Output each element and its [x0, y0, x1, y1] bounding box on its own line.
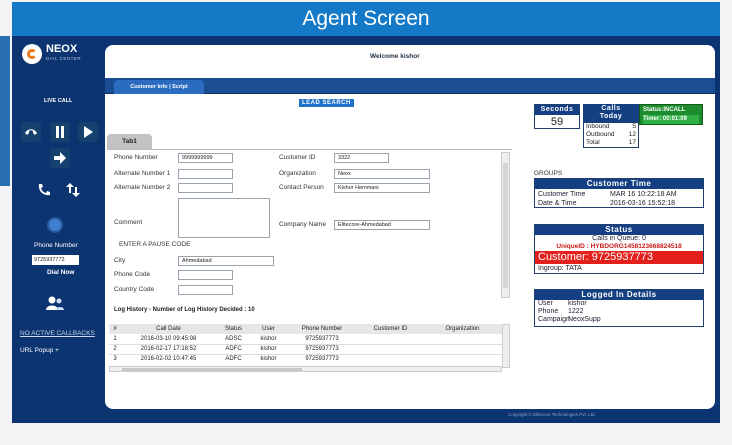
- arrow-right-icon: [54, 152, 66, 164]
- comment-field[interactable]: [178, 198, 270, 238]
- tab-customer-info-label: Customer Info | Script: [130, 84, 188, 90]
- logo-subtext: DIAL CENTER: [46, 56, 82, 61]
- log-horizontal-scrollbar[interactable]: [109, 366, 502, 372]
- pause-code-label: ENTER A PAUSE CODE: [119, 241, 191, 248]
- phone-icon: [38, 184, 50, 196]
- agents-icon[interactable]: [46, 296, 64, 317]
- pause-button[interactable]: [50, 122, 70, 142]
- banner-edge: [0, 36, 10, 186]
- welcome-text: Welcome kishor: [370, 53, 420, 60]
- col-phone-number: Phone Number: [301, 326, 343, 332]
- banner-title: Agent Screen: [302, 7, 430, 30]
- call-log-button[interactable]: [34, 180, 54, 200]
- customer-time-title: Customer Time: [535, 179, 703, 189]
- lead-search-button[interactable]: LEAD SEARCH: [299, 99, 354, 107]
- dial-now-button[interactable]: Dial Now: [47, 269, 74, 276]
- phone-code-label: Phone Code: [114, 271, 151, 278]
- calls-in-queue: Calls in Queue: 0: [592, 235, 646, 242]
- phone-number-field[interactable]: 9999999999: [178, 153, 233, 163]
- app-banner: Agent Screen: [12, 2, 720, 36]
- neox-logo: NEOX DIAL CENTER: [22, 41, 102, 67]
- calls-today-table: Inbound 5 Outbound 12 Total 17: [583, 122, 639, 148]
- col-index: #: [113, 326, 117, 332]
- col-call-date: Call Date: [156, 326, 181, 332]
- city-field[interactable]: Ahmedabad: [178, 256, 274, 266]
- company-name-label: Company Name: [279, 221, 326, 228]
- ingroup-label: Ingroup: TATA: [538, 265, 582, 272]
- table-row[interactable]: 3 2016-02-02 10:47:45 ADFC kishor 972593…: [109, 354, 502, 364]
- phone-hangup-icon: [25, 129, 37, 135]
- table-row[interactable]: 2 2016-02-17 17:18:52 ADFC kishor 972593…: [109, 344, 502, 354]
- customer-id-field[interactable]: 3322: [334, 153, 389, 163]
- log-history-table: # Call Date Status User Phone Number Cus…: [109, 324, 502, 364]
- form-tab1[interactable]: Tab1: [107, 134, 152, 149]
- pause-icon: [56, 126, 64, 138]
- logo-text: NEOX: [46, 43, 78, 55]
- phone-code-field[interactable]: [178, 270, 233, 280]
- alt-number-1-field[interactable]: [178, 169, 233, 179]
- hangup-button[interactable]: [21, 122, 41, 142]
- col-status: Status: [224, 326, 242, 332]
- transfer-button[interactable]: [50, 148, 70, 168]
- agent-status-box: Status:INCALL Timer: 00:01:09: [639, 104, 703, 125]
- live-call-label: LIVE CALL: [44, 98, 73, 104]
- header-icon-1[interactable]: [690, 46, 697, 53]
- status-box: Status Calls in Queue: 0 UniqueID : HYBD…: [534, 224, 704, 274]
- logged-in-title: Logged In Details: [535, 290, 703, 300]
- col-organization: Organization: [445, 326, 480, 332]
- organization-label: Organization: [279, 170, 316, 177]
- log-vertical-scrollbar[interactable]: [502, 324, 510, 368]
- log-history-title: Log History - Number of Log History Deci…: [114, 307, 255, 313]
- no-active-callbacks-link[interactable]: NO ACTIVE CALLBACKS: [20, 330, 95, 337]
- resume-button[interactable]: [78, 122, 98, 142]
- url-popup-link[interactable]: URL Popup +: [20, 347, 59, 354]
- seconds-box: Seconds 59: [534, 104, 580, 129]
- contact-person-field[interactable]: Kishor Hemmani: [334, 183, 430, 193]
- company-name-field[interactable]: Elitecore-Ahmedabad: [334, 220, 430, 230]
- city-label: City: [114, 257, 126, 264]
- phone-number-label: Phone Number: [34, 242, 78, 249]
- contact-person-label: Contact Person: [279, 184, 324, 191]
- alt-number-1-label: Alternate Number 1: [114, 170, 171, 177]
- tab-customer-info[interactable]: Customer Info | Script: [114, 80, 204, 94]
- customer-id-label: Customer ID: [279, 154, 316, 161]
- unique-id: UniqueID : HYBDORG1458123668824518: [556, 243, 682, 250]
- agent-status-label: Status:INCALL: [643, 107, 686, 113]
- record-icon[interactable]: [49, 219, 61, 231]
- footer-copyright: Copyright © Elitecore Technologies Pvt. …: [508, 412, 596, 417]
- phone-number-field-label: Phone Number: [114, 154, 158, 161]
- timer-label: Timer: 00:01:09: [643, 115, 699, 124]
- logo-circle-icon: [22, 44, 42, 64]
- swap-arrows-icon: [66, 183, 80, 197]
- conference-button[interactable]: [63, 180, 83, 200]
- seconds-label: Seconds: [535, 105, 579, 115]
- log-history-table-wrap: # Call Date Status User Phone Number Cus…: [109, 324, 502, 370]
- calls-today-box: Calls Today Inbound 5 Outbound 12 Total 17: [583, 104, 639, 152]
- play-icon: [84, 126, 93, 138]
- organization-field[interactable]: Neox: [334, 169, 430, 179]
- status-title: Status: [535, 225, 703, 235]
- calls-today-label: Calls Today: [583, 104, 639, 122]
- customer-number-banner: Customer: 9725937773: [535, 251, 703, 264]
- customer-time-box: Customer Time Customer Time MAR 16 10:22:…: [534, 178, 704, 208]
- logout-icon[interactable]: [704, 46, 712, 54]
- alt-number-2-label: Alternate Number 2: [114, 184, 171, 191]
- country-code-field[interactable]: [178, 285, 233, 295]
- groups-label: GROUPS: [534, 170, 563, 177]
- alt-number-2-field[interactable]: [178, 183, 233, 193]
- table-row[interactable]: 1 2016-03-10 09:45:08 ADSC kishor 972593…: [109, 334, 502, 344]
- seconds-value: 59: [550, 116, 564, 128]
- form-scrollbar[interactable]: [501, 152, 510, 298]
- col-user: User: [262, 326, 275, 332]
- country-code-label: Country Code: [114, 286, 155, 293]
- col-customer-id: Customer ID: [373, 326, 408, 332]
- form-separator: [107, 149, 512, 150]
- comment-label: Comment: [114, 219, 143, 226]
- sidebar-phone-input[interactable]: 9725937773: [32, 255, 79, 265]
- logged-in-box: Logged In Details User kishor Phone 1222 C…: [534, 289, 704, 327]
